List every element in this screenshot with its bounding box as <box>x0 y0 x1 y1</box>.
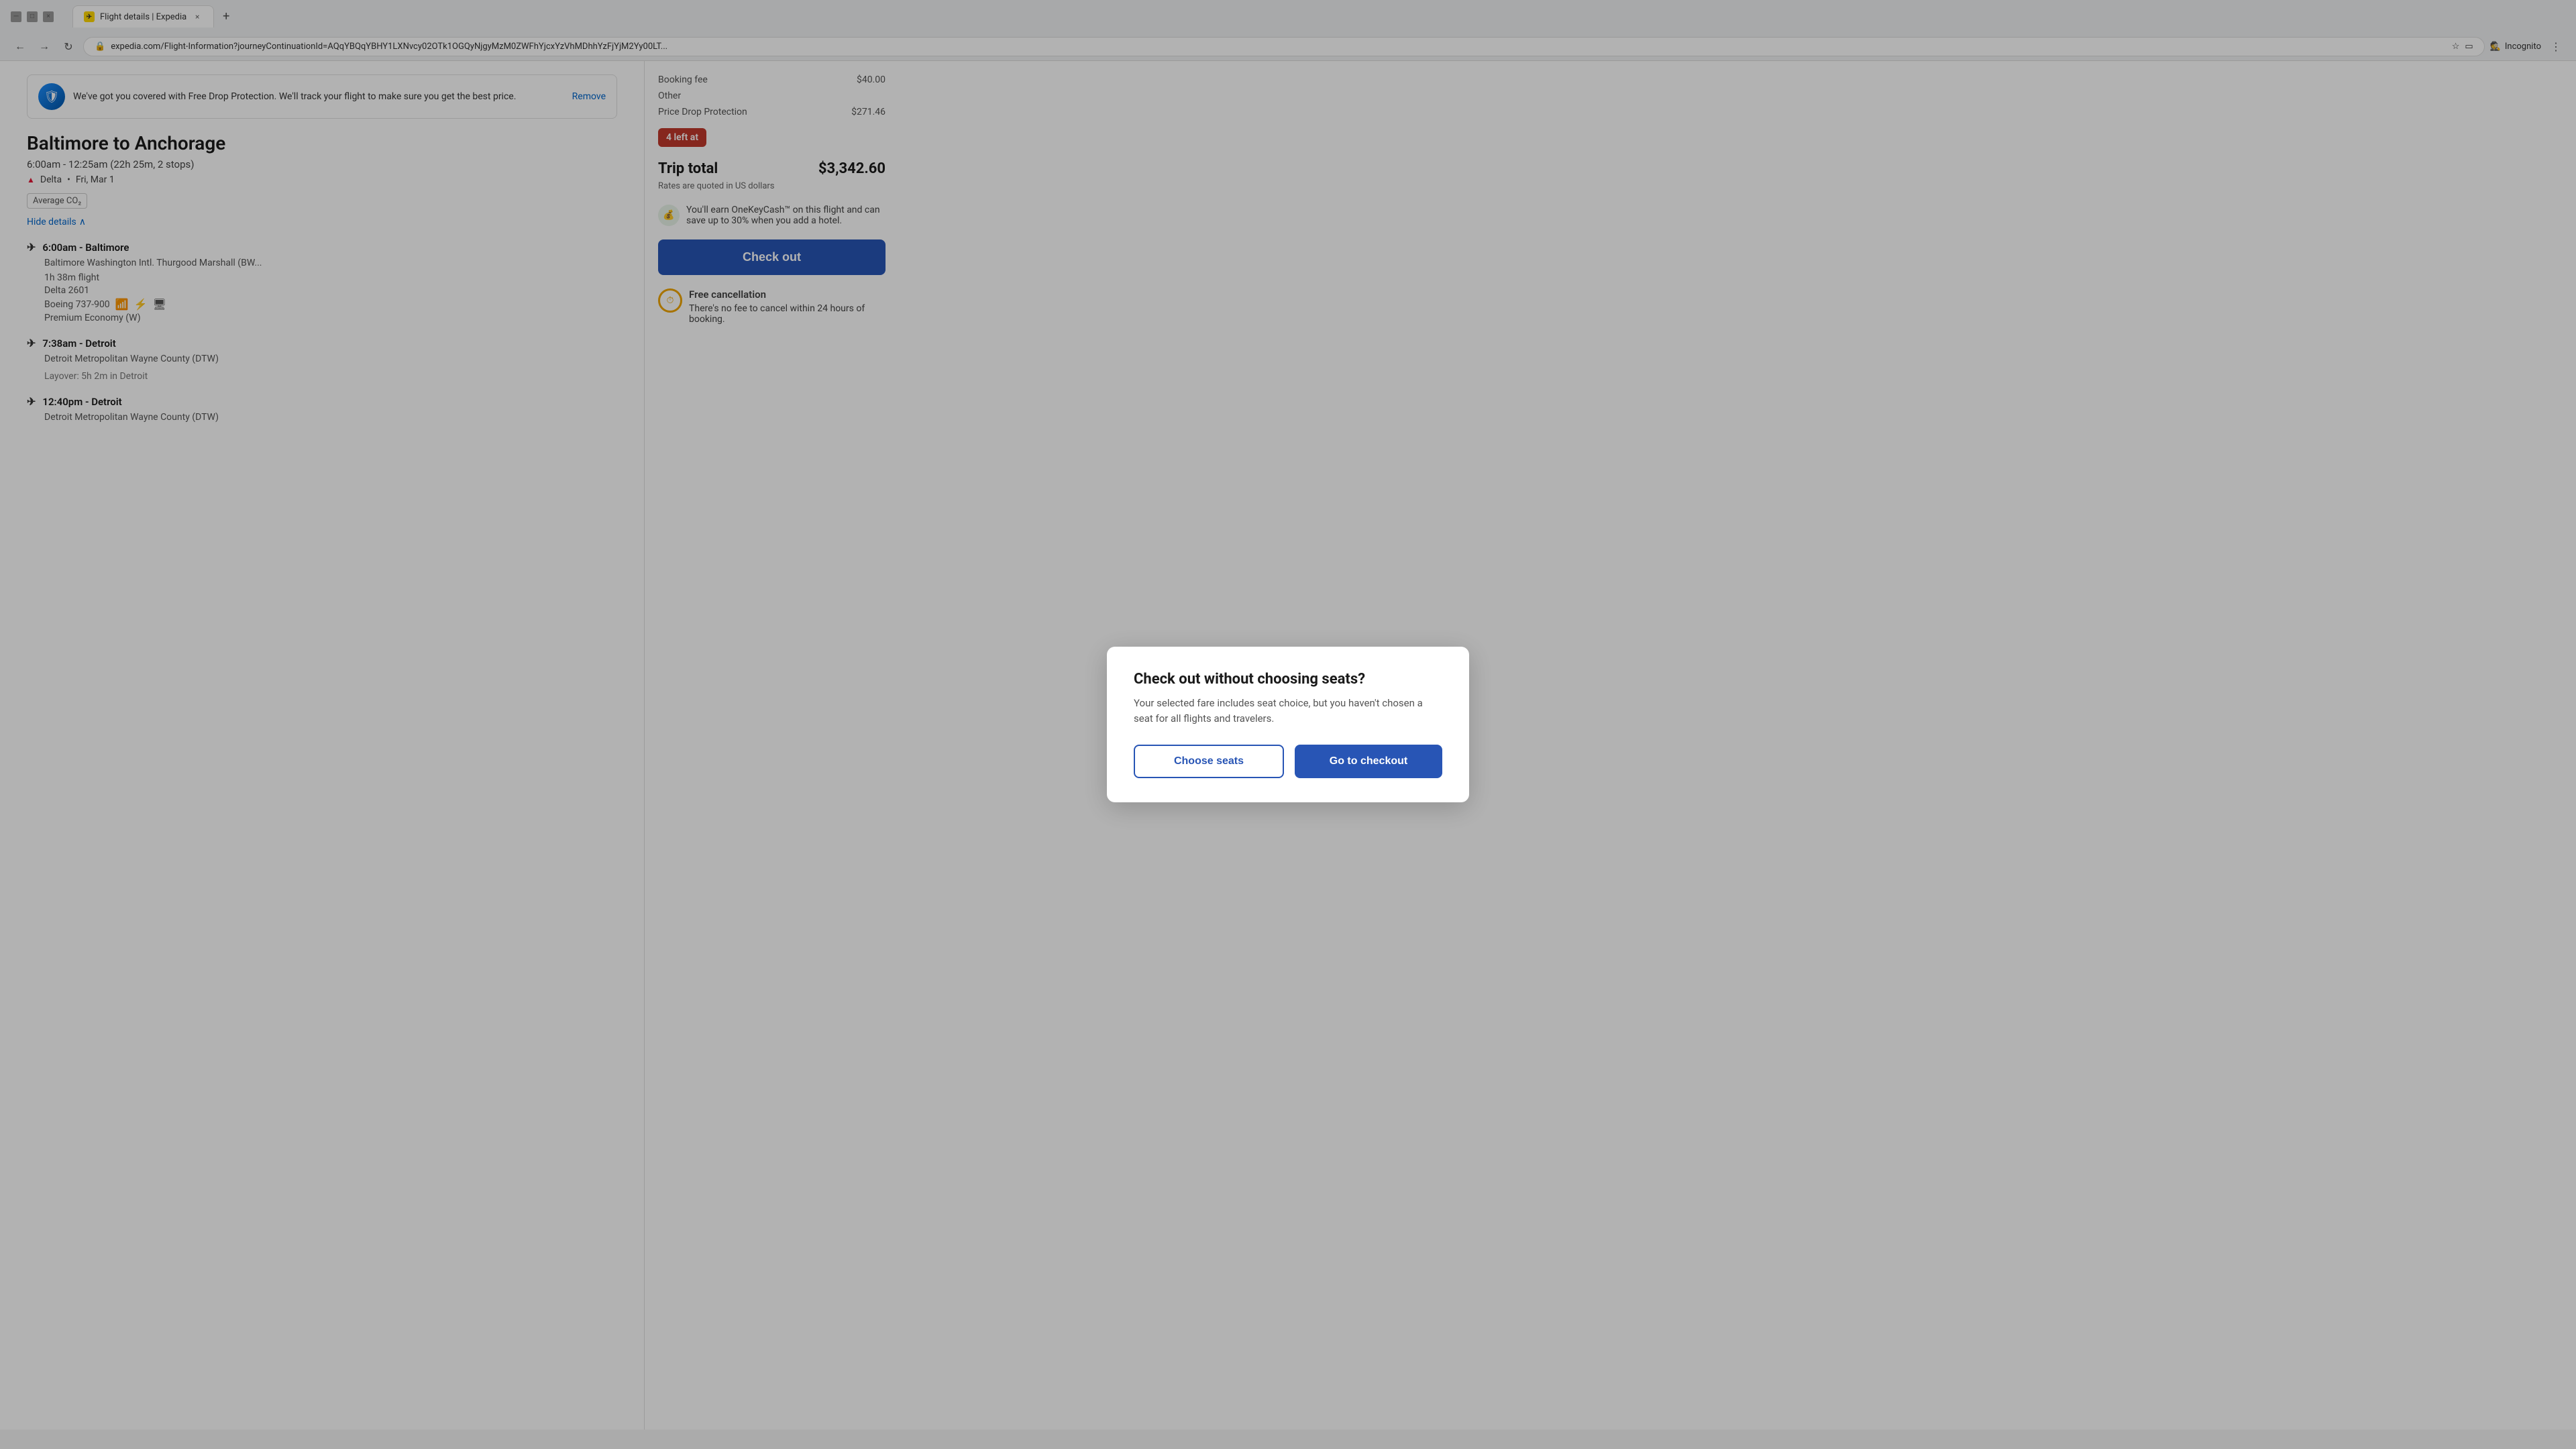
modal-overlay: Check out without choosing seats? Your s… <box>0 0 2576 1449</box>
go-to-checkout-button[interactable]: Go to checkout <box>1295 745 1442 778</box>
choose-seats-button[interactable]: Choose seats <box>1134 745 1284 778</box>
modal-actions: Choose seats Go to checkout <box>1134 745 1442 778</box>
modal-body: Your selected fare includes seat choice,… <box>1134 696 1442 726</box>
modal-title: Check out without choosing seats? <box>1134 671 1442 688</box>
choose-seats-modal: Check out without choosing seats? Your s… <box>1107 647 1469 802</box>
